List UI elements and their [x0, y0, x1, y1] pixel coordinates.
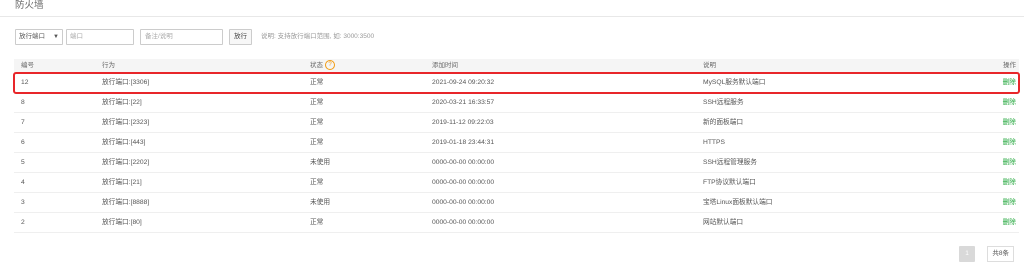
row-action: 放行端口:[21]	[102, 179, 142, 186]
header-id: 编号	[21, 62, 34, 69]
port-input-placeholder: 端口	[70, 33, 83, 40]
table-row: 5 放行端口:[2202] 未使用 0000-00-00 00:00:00 SS…	[14, 153, 1019, 173]
row-status: 正常	[310, 119, 324, 126]
note-input-placeholder: 备注/说明	[145, 33, 173, 40]
row-id: 12	[21, 79, 29, 86]
row-description: HTTPS	[703, 139, 725, 146]
delete-link[interactable]: 删除	[1003, 193, 1016, 212]
header-status: 状态?	[310, 59, 335, 72]
delete-link[interactable]: 删除	[1003, 113, 1016, 132]
chevron-down-icon: ▼	[53, 34, 59, 40]
table-row: 6 放行端口:[443] 正常 2019-01-18 23:44:31 HTTP…	[14, 133, 1019, 153]
total-count: 共8条	[987, 246, 1014, 262]
header-status-label: 状态	[310, 62, 323, 69]
row-time: 0000-00-00 00:00:00	[432, 179, 495, 186]
row-action: 放行端口:[22]	[102, 99, 142, 106]
table-row: 4 放行端口:[21] 正常 0000-00-00 00:00:00 FTP协议…	[14, 173, 1019, 193]
row-description: SSH远程管理服务	[703, 159, 757, 166]
row-description: SSH远程服务	[703, 99, 744, 106]
table-row: 2 放行端口:[80] 正常 0000-00-00 00:00:00 网站默认端…	[14, 213, 1019, 233]
page-button-current[interactable]: 1	[959, 246, 975, 262]
page-title: 防火墙	[15, 0, 44, 11]
title-divider	[0, 16, 1024, 17]
delete-link[interactable]: 删除	[1003, 153, 1016, 172]
header-action: 行为	[102, 62, 115, 69]
row-action: 放行端口:[2323]	[102, 119, 150, 126]
row-time: 0000-00-00 00:00:00	[432, 199, 495, 206]
row-status: 正常	[310, 179, 324, 186]
rule-type-select[interactable]: 放行端口 ▼	[15, 29, 63, 45]
row-description: 新的面板端口	[703, 119, 744, 126]
row-description: 宝塔Linux面板默认端口	[703, 199, 773, 206]
note-input[interactable]: 备注/说明	[140, 29, 223, 45]
header-time: 添加时间	[432, 62, 458, 69]
row-action: 放行端口:[8888]	[102, 199, 150, 206]
table-row: 7 放行端口:[2323] 正常 2019-11-12 09:22:03 新的面…	[14, 113, 1019, 133]
question-mark-icon[interactable]: ?	[325, 60, 335, 71]
help-text: 说明: 支持放行端口范围, 如: 3000:3500	[261, 33, 375, 40]
row-time: 2019-11-12 09:22:03	[432, 119, 494, 126]
row-description: 网站默认端口	[703, 219, 744, 226]
row-id: 4	[21, 179, 25, 186]
row-description: FTP协议默认端口	[703, 179, 756, 186]
row-time: 2021-09-24 09:20:32	[432, 79, 495, 86]
row-id: 3	[21, 199, 25, 206]
delete-link[interactable]: 删除	[1003, 93, 1016, 112]
row-description: MySQL服务默认端口	[703, 79, 766, 86]
row-status: 正常	[310, 99, 324, 106]
table-row: 12 放行端口:[3306] 正常 2021-09-24 09:20:32 My…	[13, 72, 1020, 94]
row-status: 未使用	[310, 199, 331, 206]
row-action: 放行端口:[80]	[102, 219, 142, 226]
rule-type-select-value: 放行端口	[19, 33, 45, 40]
row-time: 0000-00-00 00:00:00	[432, 219, 495, 226]
port-input[interactable]: 端口	[66, 29, 134, 45]
table-header: 编号 行为 状态? 添加时间 说明 操作	[14, 59, 1019, 73]
row-id: 5	[21, 159, 25, 166]
row-time: 0000-00-00 00:00:00	[432, 159, 495, 166]
firewall-toolbar: 放行端口 ▼ 端口 备注/说明 放行 说明: 支持放行端口范围, 如: 3000…	[15, 29, 535, 47]
table-row: 3 放行端口:[8888] 未使用 0000-00-00 00:00:00 宝塔…	[14, 193, 1019, 213]
row-action: 放行端口:[3306]	[102, 79, 150, 86]
header-operation: 操作	[1003, 62, 1016, 69]
row-time: 2019-01-18 23:44:31	[432, 139, 495, 146]
row-status: 正常	[310, 79, 324, 86]
delete-link[interactable]: 删除	[1003, 133, 1016, 152]
row-id: 7	[21, 119, 25, 126]
row-action: 放行端口:[443]	[102, 139, 146, 146]
row-status: 未使用	[310, 159, 331, 166]
row-id: 8	[21, 99, 25, 106]
delete-link[interactable]: 删除	[1003, 213, 1016, 232]
allow-button[interactable]: 放行	[229, 29, 252, 45]
row-id: 2	[21, 219, 25, 226]
delete-link[interactable]: 删除	[1003, 73, 1016, 92]
row-status: 正常	[310, 139, 324, 146]
table-row: 8 放行端口:[22] 正常 2020-03-21 16:33:57 SSH远程…	[14, 93, 1019, 113]
row-time: 2020-03-21 16:33:57	[432, 99, 495, 106]
row-id: 6	[21, 139, 25, 146]
row-action: 放行端口:[2202]	[102, 159, 150, 166]
header-description: 说明	[703, 62, 716, 69]
delete-link[interactable]: 删除	[1003, 173, 1016, 192]
row-status: 正常	[310, 219, 324, 226]
firewall-rules-table: 编号 行为 状态? 添加时间 说明 操作 12 放行端口:[3306] 正常 2…	[13, 59, 1020, 233]
